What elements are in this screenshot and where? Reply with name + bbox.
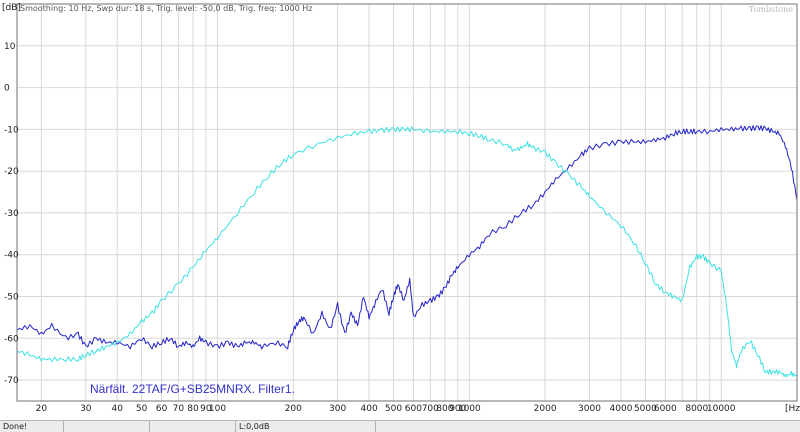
x-tick-label: 4000 [610, 404, 633, 414]
status-pane-3 [150, 421, 236, 432]
frequency-response-chart: 100-10-20-30-40-50-60-70 20 30 40 50 60 70 80 9… [0, 0, 800, 420]
status-pane-2 [64, 421, 150, 432]
x-tick-label: 500 [385, 404, 402, 414]
x-tick-label: 300 [329, 404, 346, 414]
y-tick-label: 0 [4, 84, 10, 94]
y-tick-label: -60 [4, 334, 19, 344]
x-tick-label: 400 [361, 404, 378, 414]
plot-background [0, 0, 800, 420]
y-tick-label: -70 [4, 376, 19, 386]
x-tick-label: 2000 [534, 404, 557, 414]
y-tick-label: 10 [4, 42, 16, 52]
y-tick-label: -10 [4, 125, 19, 135]
status-level: L:0,0dB [236, 421, 376, 432]
x-tick-label: 1000 [458, 404, 481, 414]
x-tick-label: 200 [285, 404, 302, 414]
status-pane-5 [376, 421, 800, 432]
x-tick-label: 20 [36, 404, 48, 414]
x-tick-label: 40 [111, 404, 123, 414]
y-tick-label: -30 [4, 209, 19, 219]
x-tick-label: 60 [156, 404, 168, 414]
x-tick-label: 8000 [685, 404, 708, 414]
measurement-info: Smoothing: 10 Hz, Swp dur: 18 s, Trig. l… [20, 4, 312, 13]
status-bar: Done! L:0,0dB [0, 420, 800, 432]
y-tick-label: -50 [4, 293, 19, 303]
x-tick-label: 6000 [654, 404, 677, 414]
chart-annotation: Närfält. 22TAF/G+SB25MNRX. Filter1. [90, 382, 295, 396]
x-tick-label: 30 [80, 404, 92, 414]
x-unit-label: [Hz] [785, 404, 800, 414]
x-tick-label: 600 [405, 404, 422, 414]
status-text: Done! [0, 421, 64, 432]
y-tick-label: -20 [4, 167, 19, 177]
y-unit-label: [dB] [2, 3, 21, 13]
x-tick-label: 100 [209, 404, 226, 414]
x-tick-label: 50 [136, 404, 148, 414]
x-tick-label: 3000 [578, 404, 601, 414]
x-axis-ticks: 20 30 40 50 60 70 80 90100 200 300 400 500 600 700800… [36, 404, 736, 414]
brand-watermark: Tombstone [749, 5, 794, 14]
x-tick-label: 70 [173, 404, 185, 414]
x-tick-label: 10000 [707, 404, 736, 414]
y-tick-label: -40 [4, 251, 19, 261]
x-tick-label: 80 [187, 404, 199, 414]
